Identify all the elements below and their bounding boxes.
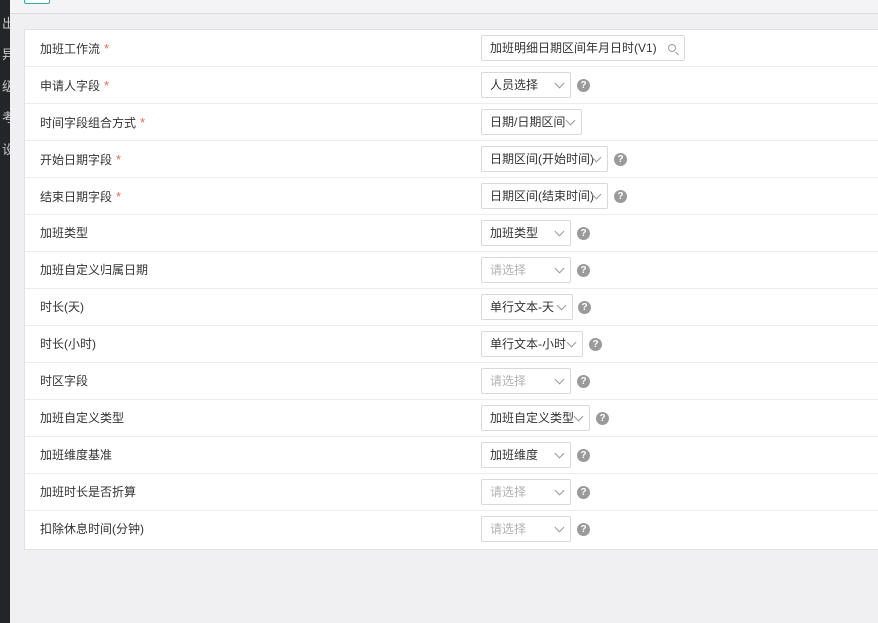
dimension-basis-select[interactable]: 加班维度 bbox=[481, 442, 571, 468]
field-label: 扣除休息时间(分钟) bbox=[40, 522, 144, 536]
form-row-overtime-type: 加班类型 加班类型 ? bbox=[25, 215, 878, 252]
sidebar-item-label[interactable]: 级 bbox=[2, 80, 10, 94]
help-icon[interactable]: ? bbox=[577, 79, 590, 92]
required-asterisk: * bbox=[104, 41, 110, 56]
custom-date-select[interactable]: 请选择 bbox=[481, 257, 571, 283]
select-value: 日期区间(开始时间) bbox=[490, 152, 594, 166]
chevron-down-icon bbox=[554, 485, 565, 496]
required-asterisk: * bbox=[116, 152, 122, 167]
left-sidebar: 出 异 级 考 设 bbox=[0, 0, 10, 623]
sidebar-item-label[interactable]: 异 bbox=[2, 48, 10, 62]
required-asterisk: * bbox=[104, 78, 110, 93]
help-icon[interactable]: ? bbox=[577, 486, 590, 499]
chevron-down-icon bbox=[556, 300, 567, 311]
help-icon[interactable]: ? bbox=[577, 375, 590, 388]
field-label: 时区字段 bbox=[40, 374, 89, 388]
form-row-timezone: 时区字段 请选择 ? bbox=[25, 363, 878, 400]
form-row-custom-date: 加班自定义归属日期 请选择 ? bbox=[25, 252, 878, 289]
select-value: 加班维度 bbox=[490, 448, 539, 462]
select-value: 加班类型 bbox=[490, 226, 539, 240]
chevron-down-icon bbox=[554, 78, 565, 89]
select-placeholder: 请选择 bbox=[490, 522, 527, 536]
field-label: 开始日期字段 * bbox=[40, 152, 122, 167]
select-placeholder: 请选择 bbox=[490, 263, 527, 277]
chevron-down-icon bbox=[554, 263, 565, 274]
help-icon[interactable]: ? bbox=[577, 523, 590, 536]
sidebar-item-label[interactable]: 设 bbox=[2, 143, 10, 157]
field-label: 时长(天) bbox=[40, 300, 84, 314]
help-icon[interactable]: ? bbox=[577, 264, 590, 277]
field-label: 结束日期字段 * bbox=[40, 189, 122, 204]
field-label: 加班自定义类型 bbox=[40, 411, 125, 425]
select-value: 加班自定义类型 bbox=[490, 411, 575, 425]
duration-days-select[interactable]: 单行文本-天 bbox=[481, 294, 573, 320]
select-value: 人员选择 bbox=[490, 78, 539, 92]
rest-deduction-select[interactable]: 请选择 bbox=[481, 516, 571, 542]
chevron-down-icon bbox=[554, 374, 565, 385]
field-label: 时长(小时) bbox=[40, 337, 96, 351]
help-icon[interactable]: ? bbox=[614, 153, 627, 166]
select-placeholder: 请选择 bbox=[490, 485, 527, 499]
start-date-field-select[interactable]: 日期区间(开始时间) bbox=[481, 146, 608, 172]
help-icon[interactable]: ? bbox=[578, 301, 591, 314]
help-icon[interactable]: ? bbox=[577, 449, 590, 462]
field-label: 加班工作流 * bbox=[40, 41, 110, 56]
form-row-start-date: 开始日期字段 * 日期区间(开始时间) ? bbox=[25, 141, 878, 178]
required-asterisk: * bbox=[140, 115, 146, 130]
select-value: 日期/日期区间 bbox=[490, 115, 566, 129]
field-label: 加班自定义归属日期 bbox=[40, 263, 149, 277]
help-icon[interactable]: ? bbox=[614, 190, 627, 203]
help-icon[interactable]: ? bbox=[577, 227, 590, 240]
end-date-field-select[interactable]: 日期区间(结束时间) bbox=[481, 183, 608, 209]
select-value: 单行文本-天 bbox=[490, 300, 554, 314]
select-value: 日期区间(结束时间) bbox=[490, 189, 594, 203]
timezone-field-select[interactable]: 请选择 bbox=[481, 368, 571, 394]
overtime-type-select[interactable]: 加班类型 bbox=[481, 220, 571, 246]
form-row-duration-hours: 时长(小时) 单行文本-小时 ? bbox=[25, 326, 878, 363]
workflow-search-input[interactable]: 加班明细日期区间年月日时(V1) bbox=[481, 35, 685, 61]
chevron-down-icon bbox=[565, 115, 576, 126]
form-row-end-date: 结束日期字段 * 日期区间(结束时间) ? bbox=[25, 178, 878, 215]
field-label: 申请人字段 * bbox=[40, 78, 110, 93]
field-label: 加班类型 bbox=[40, 226, 89, 240]
time-combination-select[interactable]: 日期/日期区间 bbox=[481, 109, 582, 135]
duration-conversion-select[interactable]: 请选择 bbox=[481, 479, 571, 505]
form-row-duration-conversion: 加班时长是否折算 请选择 ? bbox=[25, 474, 878, 511]
settings-form: 加班工作流 * 加班明细日期区间年月日时(V1) 申请人字段 * 人员选择 ? 时间… bbox=[24, 29, 878, 550]
active-tab-indicator[interactable] bbox=[24, 0, 50, 4]
field-label: 时间字段组合方式 * bbox=[40, 115, 146, 130]
select-placeholder: 请选择 bbox=[490, 374, 527, 388]
custom-type-select[interactable]: 加班自定义类型 bbox=[481, 405, 590, 431]
applicant-field-select[interactable]: 人员选择 bbox=[481, 72, 571, 98]
chevron-down-icon bbox=[573, 411, 584, 422]
sidebar-item-label[interactable]: 出 bbox=[2, 17, 10, 31]
form-row-dimension-basis: 加班维度基准 加班维度 ? bbox=[25, 437, 878, 474]
form-row-applicant: 申请人字段 * 人员选择 ? bbox=[25, 67, 878, 104]
help-icon[interactable]: ? bbox=[589, 338, 602, 351]
select-value: 加班明细日期区间年月日时(V1) bbox=[490, 41, 657, 55]
search-icon[interactable] bbox=[668, 44, 676, 52]
field-label: 加班维度基准 bbox=[40, 448, 113, 462]
field-label: 加班时长是否折算 bbox=[40, 485, 137, 499]
form-row-duration-days: 时长(天) 单行文本-天 ? bbox=[25, 289, 878, 326]
form-row-workflow: 加班工作流 * 加班明细日期区间年月日时(V1) bbox=[25, 30, 878, 67]
form-row-time-combination: 时间字段组合方式 * 日期/日期区间 bbox=[25, 104, 878, 141]
required-asterisk: * bbox=[116, 189, 122, 204]
chevron-down-icon bbox=[554, 226, 565, 237]
form-row-custom-type: 加班自定义类型 加班自定义类型 ? bbox=[25, 400, 878, 437]
sidebar-item-label[interactable]: 考 bbox=[2, 111, 10, 125]
select-value: 单行文本-小时 bbox=[490, 337, 566, 351]
chevron-down-icon bbox=[566, 337, 577, 348]
form-row-rest-deduction: 扣除休息时间(分钟) 请选择 ? bbox=[25, 511, 878, 548]
chevron-down-icon bbox=[554, 448, 565, 459]
duration-hours-select[interactable]: 单行文本-小时 bbox=[481, 331, 583, 357]
chevron-down-icon bbox=[554, 522, 565, 533]
help-icon[interactable]: ? bbox=[596, 412, 609, 425]
top-toolbar bbox=[10, 0, 878, 14]
